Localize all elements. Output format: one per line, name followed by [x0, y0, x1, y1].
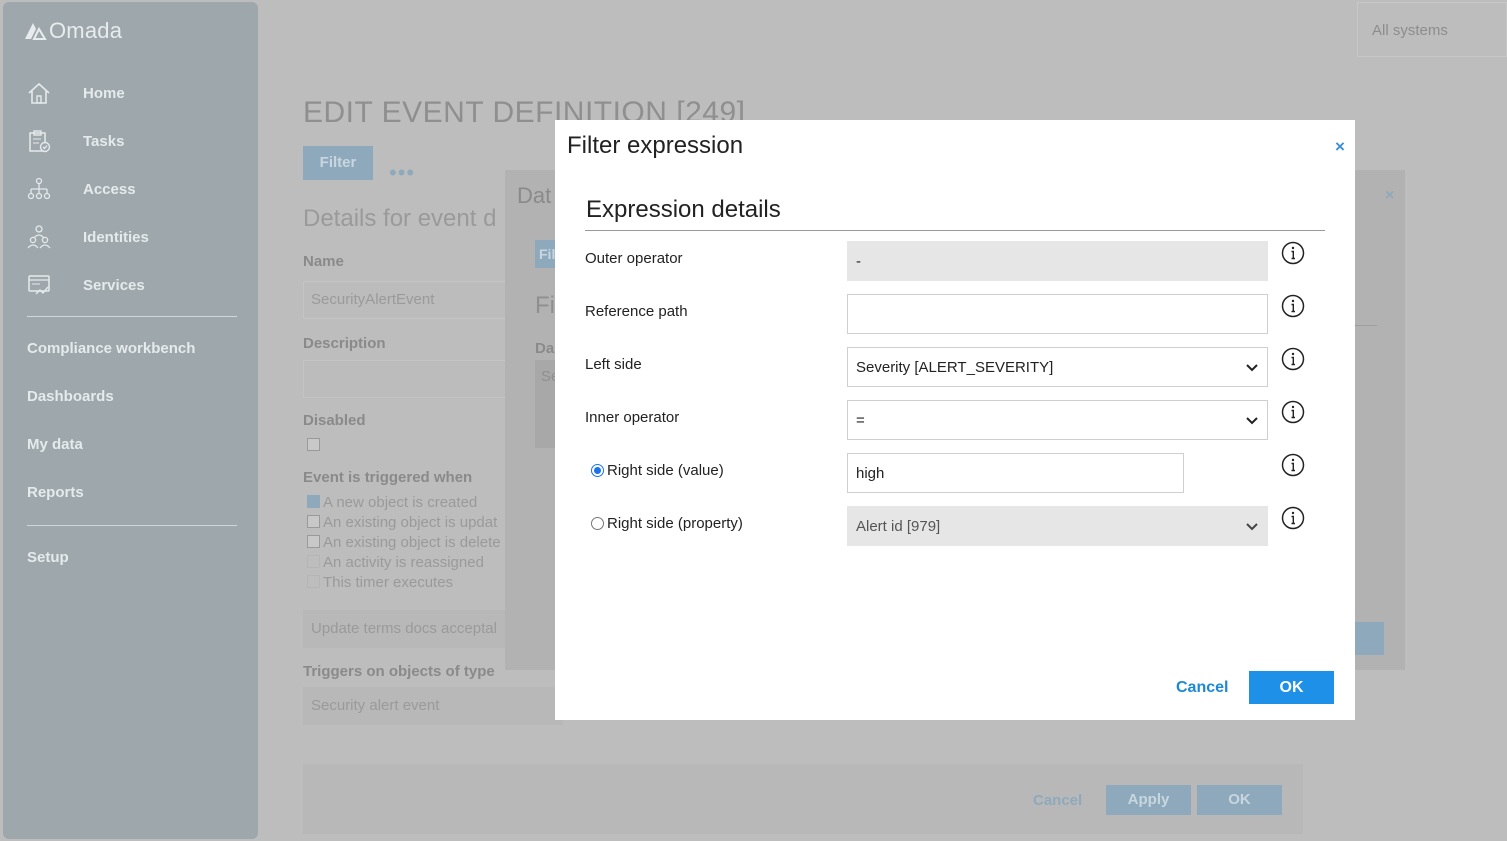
sidebar-item-label: Tasks	[83, 132, 125, 150]
sidebar-item-access[interactable]: Access	[25, 174, 136, 204]
tab-filter[interactable]: Filter	[303, 146, 373, 180]
trigger-checkbox[interactable]	[307, 555, 320, 568]
hierarchy-icon	[25, 175, 53, 203]
chevron-down-icon	[1246, 364, 1258, 372]
update-terms-select[interactable]: Update terms docs acceptal	[303, 610, 523, 648]
services-icon	[25, 271, 53, 299]
data-dialog-subtitle: Fi	[535, 292, 555, 319]
right-side-value-option[interactable]: Right side (value)	[591, 462, 724, 479]
outer-operator-label: Outer operator	[585, 250, 683, 267]
data-dialog-button[interactable]	[1355, 622, 1384, 655]
sidebar: Omada Home Tasks Access Identities Servi…	[3, 2, 258, 839]
right-side-property-radio[interactable]	[591, 517, 604, 530]
close-icon[interactable]: ×	[1335, 137, 1345, 157]
sidebar-item-label: Access	[83, 180, 136, 198]
ok-button[interactable]: OK	[1249, 671, 1334, 704]
right-side-value-label: Right side (value)	[607, 462, 724, 479]
name-label: Name	[303, 253, 344, 270]
logo-text: Omada	[49, 18, 123, 43]
section-title: Expression details	[586, 196, 781, 223]
right-side-property-select[interactable]: Alert id [979]	[847, 506, 1268, 546]
modal-title: Filter expression	[567, 132, 744, 159]
trigger-checkbox[interactable]	[307, 535, 320, 548]
left-side-value: Severity [ALERT_SEVERITY]	[856, 358, 1054, 376]
info-icon[interactable]	[1281, 453, 1305, 477]
page-cancel-button[interactable]: Cancel	[1033, 792, 1082, 809]
disabled-label: Disabled	[303, 412, 366, 429]
trigger-option: An activity is reassigned	[323, 554, 484, 571]
right-side-value-radio[interactable]	[591, 464, 604, 477]
trigger-checkbox[interactable]	[307, 495, 320, 508]
left-side-label: Left side	[585, 356, 642, 373]
right-side-property-option[interactable]: Right side (property)	[591, 515, 743, 532]
page-ok-button[interactable]: OK	[1197, 785, 1282, 815]
section-divider	[585, 230, 1325, 231]
description-input[interactable]	[303, 360, 523, 398]
info-icon[interactable]	[1281, 400, 1305, 424]
page-apply-button[interactable]: Apply	[1106, 785, 1191, 815]
trigger-option: This timer executes	[323, 574, 454, 591]
more-tabs-button[interactable]: •••	[389, 160, 415, 186]
page-subtitle: Details for event d	[303, 205, 497, 232]
sidebar-divider	[27, 525, 237, 526]
sidebar-item-label: Home	[83, 84, 125, 102]
data-dialog-divider	[1355, 325, 1377, 326]
trigger-option: An existing object is delete	[323, 534, 501, 551]
data-dialog-close-icon[interactable]: ×	[1385, 187, 1394, 205]
right-side-value-text: high	[856, 464, 885, 482]
inner-operator-label: Inner operator	[585, 409, 680, 426]
clipboard-icon	[25, 127, 53, 155]
data-dialog-tab[interactable]: Fil	[535, 240, 557, 268]
trigger-option: An existing object is updat	[323, 514, 498, 531]
sidebar-item-home[interactable]: Home	[25, 78, 125, 108]
info-icon[interactable]	[1281, 506, 1305, 530]
right-side-value-input[interactable]: high	[847, 453, 1184, 493]
trigger-checkbox[interactable]	[307, 575, 320, 588]
sidebar-divider	[27, 316, 237, 317]
trigger-option: A new object is created	[323, 494, 478, 511]
sidebar-item-my-data[interactable]: My data	[27, 436, 83, 453]
right-side-property-value: Alert id [979]	[856, 517, 941, 535]
info-icon[interactable]	[1281, 347, 1305, 371]
left-side-select[interactable]: Severity [ALERT_SEVERITY]	[847, 347, 1268, 387]
sidebar-item-compliance-workbench[interactable]: Compliance workbench	[27, 340, 195, 357]
people-icon	[25, 223, 53, 251]
sidebar-item-label: Identities	[83, 228, 149, 246]
system-select[interactable]: All systems	[1357, 2, 1507, 57]
sidebar-item-services[interactable]: Services	[25, 270, 145, 300]
chevron-down-icon	[1246, 417, 1258, 425]
trigger-label: Event is triggered when	[303, 469, 473, 486]
description-label: Description	[303, 335, 386, 352]
filter-expression-modal: Filter expression × Expression details O…	[555, 120, 1355, 720]
data-dialog-title: Dat	[517, 183, 552, 208]
inner-operator-select[interactable]: =	[847, 400, 1268, 440]
name-input[interactable]: SecurityAlertEvent	[303, 281, 523, 319]
sidebar-item-setup[interactable]: Setup	[27, 549, 69, 566]
sidebar-item-dashboards[interactable]: Dashboards	[27, 388, 114, 405]
data-dialog-field[interactable]: Se	[535, 360, 557, 448]
sidebar-item-identities[interactable]: Identities	[25, 222, 149, 252]
trigger-checkbox[interactable]	[307, 515, 320, 528]
sidebar-item-reports[interactable]: Reports	[27, 484, 84, 501]
data-dialog-field-label: Da	[535, 340, 555, 357]
outer-operator-value: -	[856, 252, 861, 270]
sidebar-item-label: Services	[83, 276, 145, 294]
info-icon[interactable]	[1281, 294, 1305, 318]
omada-logo-icon	[25, 23, 47, 40]
object-type-label: Triggers on objects of type	[303, 663, 495, 680]
info-icon[interactable]	[1281, 241, 1305, 265]
inner-operator-value: =	[856, 411, 865, 429]
chevron-down-icon	[1246, 523, 1258, 531]
omada-logo[interactable]: Omada	[23, 18, 122, 44]
reference-path-label: Reference path	[585, 303, 688, 320]
right-side-property-label: Right side (property)	[607, 515, 743, 532]
disabled-checkbox[interactable]	[307, 438, 320, 451]
sidebar-item-tasks[interactable]: Tasks	[25, 126, 124, 156]
outer-operator-field: -	[847, 241, 1268, 281]
home-icon	[25, 79, 53, 107]
reference-path-input[interactable]	[847, 294, 1268, 334]
object-type-select[interactable]: Security alert event	[303, 687, 563, 725]
cancel-button[interactable]: Cancel	[1176, 679, 1228, 697]
